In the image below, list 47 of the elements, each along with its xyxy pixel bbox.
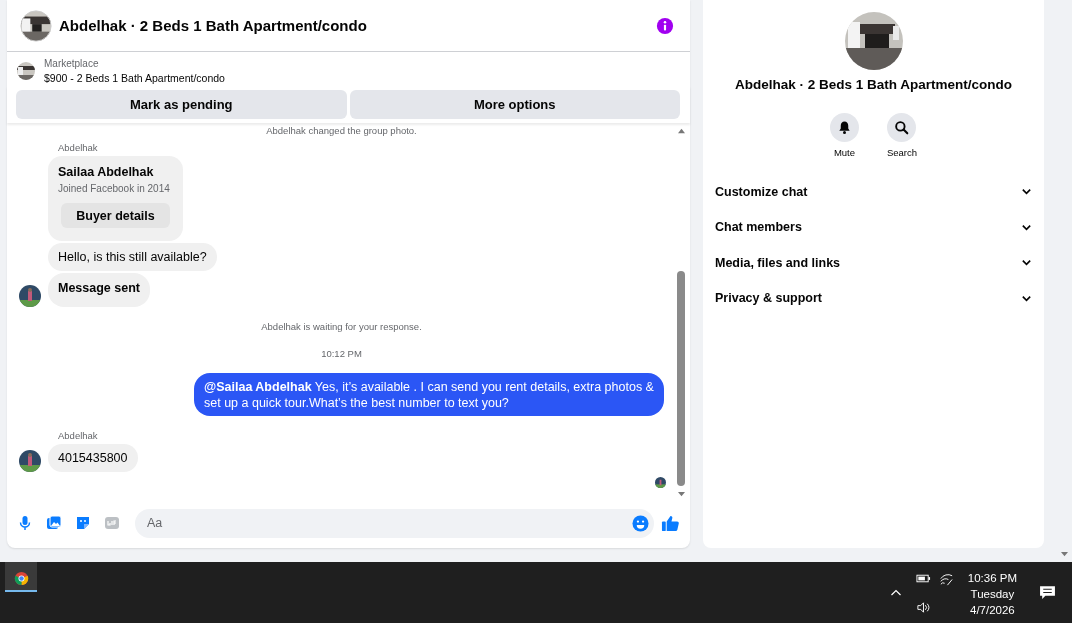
info-icon[interactable] [656, 16, 674, 35]
chevron-icon [1021, 257, 1032, 269]
incoming-message: Message sent [48, 273, 150, 307]
scroll-up-arrow[interactable] [676, 127, 686, 134]
section-header[interactable]: Customize chat [715, 174, 1032, 210]
action-label: Search [886, 147, 918, 158]
chat-title: Abdelhak · 2 Beds 1 Bath Apartment/condo [59, 17, 368, 34]
incoming-message: Hello, is this still available? [48, 243, 217, 271]
timestamp: 10:12 PM [321, 348, 362, 359]
system-message: Abdelhak is waiting for your response. [261, 321, 422, 332]
message-field[interactable]: Aa [135, 508, 654, 538]
incoming-message: 4015435800 [48, 444, 138, 472]
bell-button[interactable] [829, 113, 859, 142]
sender-name: Abdelhak [58, 142, 98, 153]
listing-title[interactable]: $900 - 2 Beds 1 Bath Apartment/condo [44, 72, 225, 84]
buyer-name: Sailaa Abdelhak [58, 165, 154, 179]
scroll-down-arrow[interactable] [676, 491, 686, 498]
search-icon [894, 120, 910, 135]
photo-icon[interactable] [46, 515, 62, 531]
scroll-down-arrow[interactable] [1060, 551, 1069, 558]
listing-source: Marketplace [44, 58, 100, 69]
chevron-icon [1021, 186, 1032, 198]
action-label: Mute [833, 147, 855, 158]
section-header[interactable]: Privacy & support [715, 280, 1032, 316]
thumbs-up-icon[interactable] [661, 513, 680, 533]
notifications-icon[interactable] [1039, 584, 1056, 601]
section-header[interactable]: Chat members [715, 209, 1032, 245]
buyer-subtitle: Joined Facebook in 2014 [58, 183, 170, 194]
action-button[interactable]: More options [349, 90, 680, 119]
emoji-icon[interactable] [632, 514, 649, 532]
browser-taskbar-button[interactable] [5, 562, 37, 592]
browser-icon [13, 571, 29, 586]
sticker-icon[interactable] [75, 515, 91, 531]
system-message: Abdelhak changed the group photo. [266, 125, 417, 136]
search-button[interactable] [887, 113, 917, 142]
conversation-title: Abdelhak · 2 Beds 1 Bath Apartment/condo [734, 77, 1012, 92]
message-input[interactable]: Aa [145, 515, 632, 531]
scrollbar-thumb[interactable] [677, 271, 685, 486]
section-header[interactable]: Media, files and links [715, 245, 1032, 281]
outgoing-message: @Sailaa Abdelhak Yes, it’s available . I can send you rent details, extra photos & set up a quick tour.What’s the best number to text you? [194, 373, 664, 416]
clock[interactable]: 10:36 PM Tuesday 4/7/2026 [967, 569, 1017, 616]
action-button[interactable]: Mark as pending [16, 90, 347, 119]
network-icon[interactable] [938, 572, 954, 587]
volume-icon[interactable] [915, 599, 931, 615]
sender-name: Abdelhak [58, 430, 98, 441]
buyer-details-button[interactable]: Buyer details [61, 203, 170, 228]
microphone-icon[interactable] [17, 515, 33, 531]
